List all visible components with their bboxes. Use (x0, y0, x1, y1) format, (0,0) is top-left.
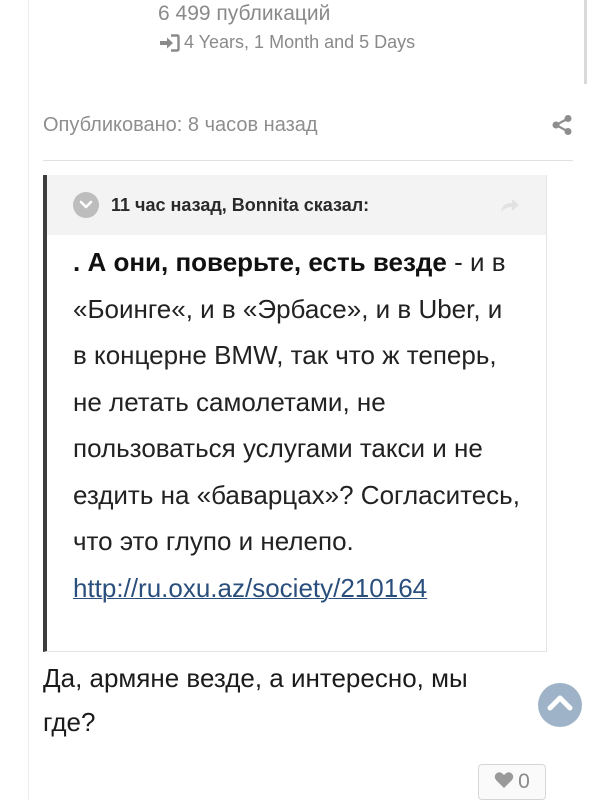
scrollbar-fragment[interactable] (584, 0, 587, 84)
author-tenure: 4 Years, 1 Month and 5 Days (158, 32, 578, 53)
reaction-button[interactable]: 0 (478, 764, 546, 800)
scroll-to-top-button[interactable] (538, 683, 582, 727)
quote-link[interactable]: http://ru.oxu.az/society/210164 (73, 573, 427, 603)
author-post-count: 6 499 публикаций (158, 2, 331, 25)
heart-icon (494, 771, 514, 794)
post-published-time[interactable]: Опубликовано: 8 часов назад (43, 114, 318, 137)
go-to-post-icon[interactable] (498, 195, 522, 215)
reply-text: Да, армяне везде, а интересно, мы где? (43, 663, 468, 737)
quote-body-text: - и в «Боинге«, и в «Эрбасе», и в Uber, … (73, 247, 520, 556)
quote-block: 11 час назад, Bonnita сказал: . А они, п… (43, 175, 547, 652)
quote-citation: 11 час назад, Bonnita сказал: (111, 194, 370, 215)
author-tenure-text: 4 Years, 1 Month and 5 Days (184, 32, 416, 52)
quote-lead-bold: . А они, поверьте, есть везде (73, 247, 447, 277)
post-meta: Опубликовано: 8 часов назад (43, 108, 573, 142)
quote-body: . А они, поверьте, есть везде - и в «Бои… (47, 235, 546, 611)
forum-post-page: 6 499 публикаций 4 Years, 1 Month and 5 … (0, 0, 609, 800)
quote-header[interactable]: 11 час назад, Bonnita сказал: (47, 175, 546, 235)
reaction-count: 0 (518, 770, 530, 793)
author-info: 6 499 публикаций 4 Years, 1 Month and 5 … (158, 0, 578, 53)
gutter-divider (28, 0, 29, 800)
chevron-down-icon[interactable] (73, 192, 99, 218)
share-icon[interactable] (551, 114, 573, 136)
chevron-up-icon (547, 693, 573, 718)
sign-in-icon (158, 33, 180, 52)
post-divider (43, 160, 573, 161)
